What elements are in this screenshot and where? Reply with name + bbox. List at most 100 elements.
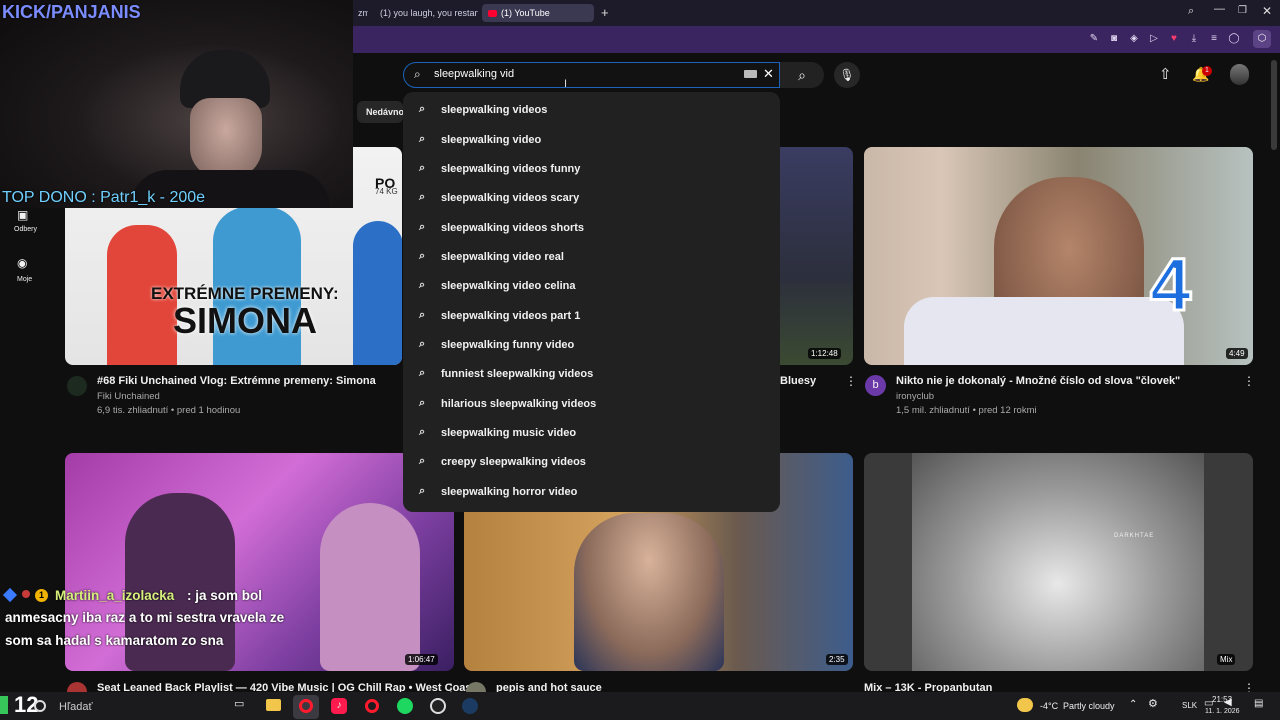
channel-avatar[interactable]: b bbox=[865, 375, 886, 396]
search-icon: ⌕ bbox=[419, 338, 426, 350]
person-figure bbox=[320, 503, 420, 671]
menu-icon[interactable]: ≡ bbox=[1207, 33, 1221, 44]
suggestion-item[interactable]: ⌕ creepy sleepwalking videos bbox=[403, 447, 780, 476]
channel-avatar[interactable] bbox=[67, 682, 87, 692]
suggestion-item[interactable]: ⌕ funniest sleepwalking videos bbox=[403, 359, 780, 388]
spotify-icon[interactable] bbox=[397, 698, 413, 714]
tab-label: (1) you laugh, you restart bbox=[380, 8, 478, 18]
play-icon[interactable]: ▷ bbox=[1147, 33, 1161, 44]
chat-badge: 1 bbox=[35, 589, 48, 602]
browser-tab[interactable]: zmén bbox=[352, 4, 368, 22]
sidebar-item-subscriptions[interactable]: Odbery bbox=[14, 226, 37, 233]
upload-icon[interactable]: ⇧ bbox=[1159, 65, 1172, 83]
subscriptions-icon[interactable]: ▣ bbox=[17, 208, 28, 222]
input-language[interactable]: SLK bbox=[1182, 701, 1197, 710]
sidebar-item-you[interactable]: Moje bbox=[17, 276, 32, 283]
search-icon[interactable] bbox=[34, 700, 46, 712]
shield-icon[interactable]: ◈ bbox=[1127, 33, 1141, 44]
suggestion-label: sleepwalking videos part 1 bbox=[441, 309, 581, 322]
profile-icon[interactable]: ◯ bbox=[1227, 33, 1241, 44]
tab-label: zmén bbox=[358, 8, 368, 18]
taskbar-search[interactable]: Hľadať bbox=[59, 701, 93, 713]
system-tray-chevron-icon[interactable]: ⌃ bbox=[1129, 699, 1137, 710]
weather-temp[interactable]: -4°C bbox=[1040, 701, 1058, 711]
extension-icon[interactable]: ⬡ bbox=[1253, 30, 1271, 48]
suggestion-item[interactable]: ⌕ sleepwalking funny video bbox=[403, 330, 780, 359]
browser-tab[interactable]: (1) you laugh, you restart bbox=[370, 4, 478, 22]
chat-badge-icon bbox=[2, 587, 18, 603]
opera-icon[interactable] bbox=[365, 699, 379, 713]
more-options-icon[interactable]: ⋮ bbox=[845, 374, 857, 388]
clock-date[interactable]: 11. 1. 2026 bbox=[1205, 708, 1240, 715]
keyboard-icon[interactable] bbox=[744, 70, 757, 78]
minimize-icon[interactable]: — bbox=[1214, 3, 1225, 15]
avatar[interactable] bbox=[1230, 64, 1249, 85]
suggestion-item[interactable]: ⌕ sleepwalking videos shorts bbox=[403, 213, 780, 242]
suggestion-item[interactable]: ⌕ sleepwalking video bbox=[403, 125, 780, 154]
text-cursor-icon: I bbox=[564, 78, 568, 90]
channel-avatar[interactable] bbox=[67, 376, 87, 396]
youtube-icon bbox=[488, 9, 497, 17]
person-figure bbox=[353, 221, 402, 365]
heart-icon[interactable]: ♥ bbox=[1167, 33, 1181, 44]
camera-icon[interactable]: ◙ bbox=[1107, 33, 1121, 44]
suggestion-item[interactable]: ⌕ sleepwalking music video bbox=[403, 418, 780, 447]
suggestion-item[interactable]: ⌕ sleepwalking horror video bbox=[403, 477, 780, 506]
search-icon: ⌕ bbox=[414, 67, 421, 81]
chat-message: som sa hadal s kamaratom zo sna bbox=[5, 633, 224, 648]
suggestion-item[interactable]: ⌕ hilarious sleepwalking videos bbox=[403, 389, 780, 418]
voice-search-button[interactable]: 🎙 bbox=[834, 62, 860, 88]
suggestion-label: sleepwalking videos funny bbox=[441, 162, 581, 175]
video-duration: 1:12:48 bbox=[808, 348, 841, 359]
suggestion-item[interactable]: ⌕ sleepwalking videos part 1 bbox=[403, 301, 780, 330]
suggestion-item[interactable]: ⌕ sleepwalking videos bbox=[403, 95, 780, 124]
clear-search-icon[interactable]: ✕ bbox=[763, 66, 774, 82]
video-thumbnail[interactable]: 4 4:49 bbox=[864, 147, 1253, 365]
opera-gx-icon[interactable] bbox=[299, 699, 313, 713]
suggestion-item[interactable]: ⌕ sleepwalking videos scary bbox=[403, 183, 780, 212]
thumbnail-text: 74 KG bbox=[375, 187, 398, 196]
notification-center-icon[interactable]: ▤ bbox=[1254, 698, 1263, 709]
video-title[interactable]: Nikto nie je dokonalý - Množné číslo od … bbox=[896, 375, 1180, 387]
streamer-face bbox=[190, 98, 262, 178]
browser-tab-active[interactable]: (1) YouTube bbox=[482, 4, 594, 22]
video-title[interactable]: Bluesy bbox=[780, 375, 816, 387]
more-options-icon[interactable]: ⋮ bbox=[1243, 374, 1255, 388]
suggestion-item[interactable]: ⌕ sleepwalking video celina bbox=[403, 271, 780, 300]
settings-icon[interactable]: ⚙ bbox=[1148, 697, 1158, 710]
maximize-icon[interactable]: ❐ bbox=[1238, 5, 1247, 16]
tiktok-icon[interactable]: ♪ bbox=[331, 698, 347, 714]
search-input-value[interactable]: sleepwalking vid bbox=[434, 68, 514, 80]
obs-icon[interactable] bbox=[430, 698, 446, 714]
video-title[interactable]: #68 Fiki Unchained Vlog: Extrémne premen… bbox=[97, 375, 376, 387]
account-icon[interactable]: ◉ bbox=[17, 256, 27, 270]
new-tab-button[interactable]: + bbox=[601, 5, 609, 20]
weather-desc[interactable]: Partly cloudy bbox=[1063, 701, 1115, 711]
suggestion-item[interactable]: ⌕ sleepwalking videos funny bbox=[403, 154, 780, 183]
microphone-icon: 🎙 bbox=[839, 68, 855, 82]
channel-name[interactable]: ironyclub bbox=[896, 391, 934, 402]
search-button[interactable]: ⌕ bbox=[780, 62, 824, 88]
scrollbar[interactable] bbox=[1271, 60, 1277, 150]
video-thumbnail[interactable]: 1:12:48 bbox=[780, 147, 853, 365]
search-icon: ⌕ bbox=[419, 397, 426, 409]
channel-avatar[interactable] bbox=[466, 682, 486, 692]
download-icon[interactable]: ⤓ bbox=[1187, 33, 1201, 44]
search-icon: ⌕ bbox=[419, 279, 426, 291]
close-window-icon[interactable]: ✕ bbox=[1262, 4, 1272, 18]
steam-icon[interactable] bbox=[462, 698, 478, 714]
clock-time[interactable]: 21:53 bbox=[1212, 695, 1232, 704]
edit-icon[interactable]: ✎ bbox=[1087, 33, 1101, 44]
video-thumbnail[interactable]: DARKHTAE Mix bbox=[864, 453, 1253, 671]
weather-icon[interactable] bbox=[1017, 698, 1033, 712]
suggestion-item[interactable]: ⌕ sleepwalking video real bbox=[403, 242, 780, 271]
task-view-icon[interactable]: ▭ bbox=[234, 697, 244, 710]
search-tabs-icon[interactable]: ⌕ bbox=[1188, 5, 1194, 18]
tab-label: (1) YouTube bbox=[501, 8, 550, 18]
channel-name[interactable]: Fiki Unchained bbox=[97, 391, 160, 402]
person-face bbox=[574, 513, 724, 671]
video-duration: 2:35 bbox=[826, 654, 848, 665]
file-explorer-icon[interactable] bbox=[266, 699, 281, 711]
chat-badge-icon bbox=[22, 590, 30, 598]
filter-chip[interactable]: Nedávno bbox=[357, 101, 403, 123]
